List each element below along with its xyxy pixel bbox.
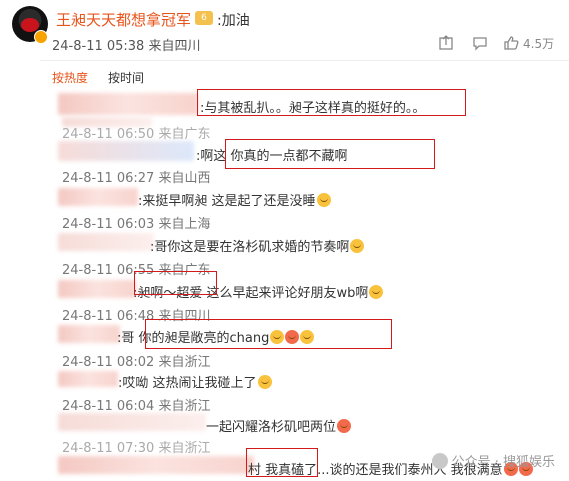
comment-meta: 24-8-11 07:30 来自浙江: [62, 441, 211, 456]
comment-icon: [473, 37, 487, 51]
comment-text: :哥你这是要在洛杉矶求婚的节奏啊: [150, 236, 365, 255]
emoji-icon: [369, 285, 384, 299]
blurred-username: [58, 233, 154, 251]
share-icon: [439, 35, 453, 50]
comment-meta: 24-8-11 06:04 来自浙江: [62, 399, 211, 414]
comment-text: :来挺早啊昶 这是起了还是没睡: [138, 190, 331, 209]
emoji-icon: [257, 375, 272, 389]
share-button[interactable]: [438, 33, 454, 53]
comment-button[interactable]: [472, 33, 488, 53]
comment-text: 一起闪耀洛杉矶吧两位: [206, 416, 352, 435]
comment-meta: 24-8-11 08:02 来自浙江: [62, 355, 211, 370]
verified-badge-icon: [34, 30, 48, 44]
comment-text: :哎呦 这热闹让我碰上了: [118, 372, 272, 391]
like-icon: [504, 36, 519, 50]
highlight-box: [134, 271, 217, 295]
highlight-box: [246, 448, 318, 477]
highlight-box: [225, 139, 435, 169]
divider: [40, 60, 569, 61]
blurred-username: [58, 456, 254, 474]
emoji-icon: [316, 193, 331, 207]
post-text: :加油: [217, 13, 250, 29]
like-count: 4.5万: [523, 36, 555, 51]
blurred-username: [58, 325, 120, 343]
highlight-box: [145, 319, 392, 349]
level-badge-icon: 6: [195, 11, 213, 25]
comment-meta: 24-8-11 06:27 来自山西: [62, 171, 211, 186]
like-button[interactable]: 4.5万: [503, 33, 554, 53]
blurred-username: [58, 93, 198, 115]
emoji-icon: [350, 239, 365, 253]
post-meta: 24-8-11 05:38 来自四川: [52, 39, 201, 54]
comment-meta: 24-8-11 06:03 来自上海: [62, 217, 211, 232]
comment-meta: 24-8-11 06:50 来自广东: [62, 127, 211, 142]
sort-tab-time[interactable]: 按时间: [108, 69, 144, 86]
highlight-box: [197, 89, 466, 116]
post-username[interactable]: 王昶天天都想拿冠军: [56, 9, 191, 30]
blurred-username: [58, 280, 136, 298]
wechat-logo-icon: [431, 452, 448, 469]
blurred-username: [58, 141, 194, 161]
watermark: 公众号 · 搜狐娱乐: [431, 451, 555, 470]
blurred-username: [58, 371, 118, 387]
emoji-icon: [337, 419, 352, 433]
blurred-username: [58, 188, 138, 206]
sort-tab-hot[interactable]: 按热度: [52, 69, 88, 86]
blurred-username: [58, 413, 206, 431]
